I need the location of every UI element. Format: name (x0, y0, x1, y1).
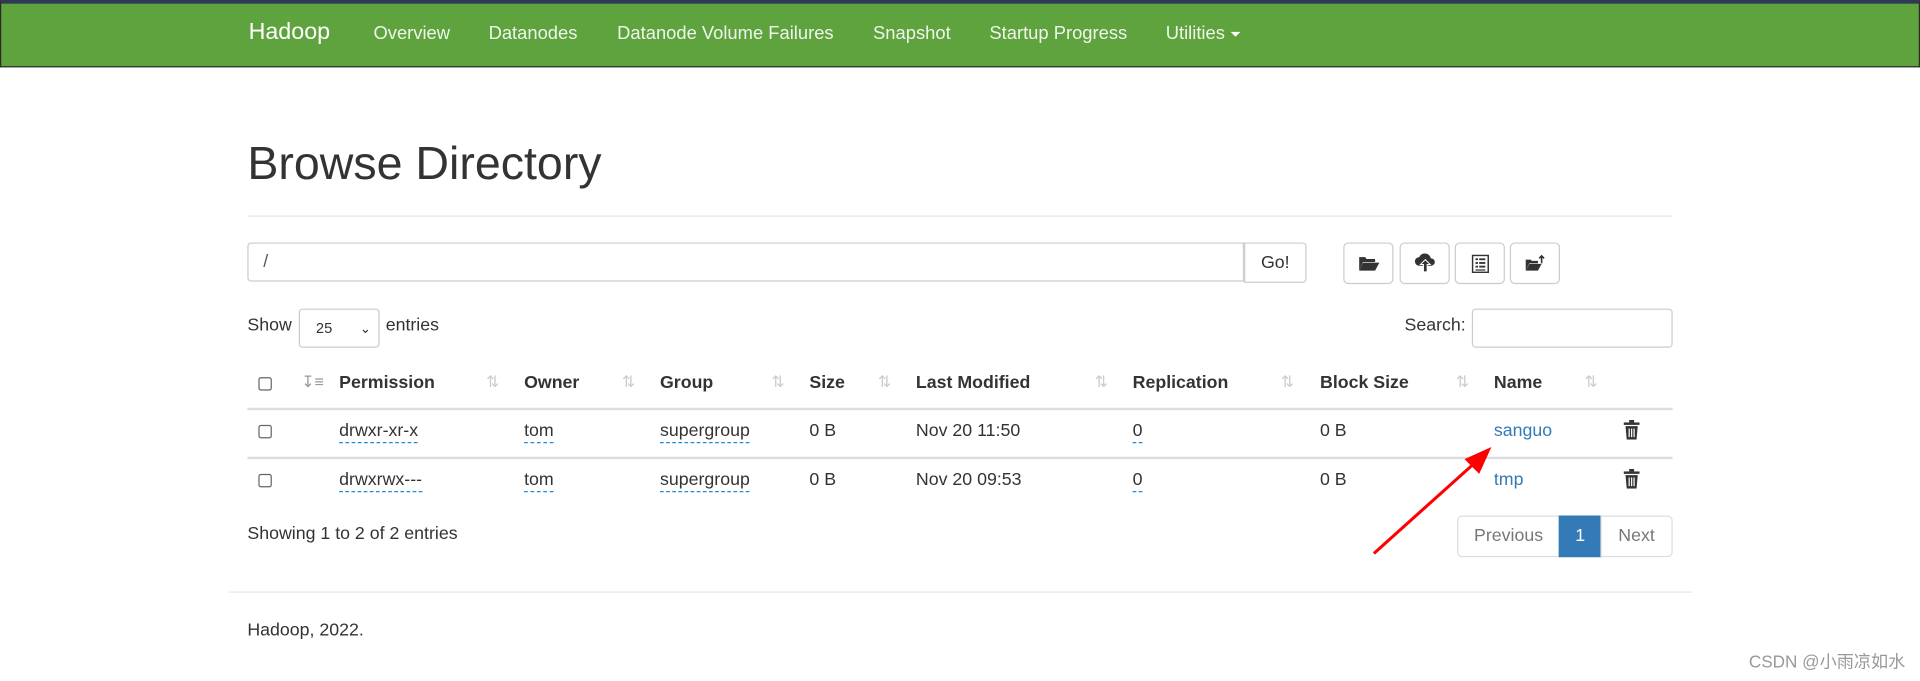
cloud-upload-icon (1414, 253, 1435, 273)
entries-label: entries (385, 315, 440, 336)
col-owner[interactable]: Owner (524, 373, 579, 393)
divider (247, 215, 1673, 217)
go-button[interactable]: Go! (1244, 242, 1307, 283)
create-directory-button[interactable] (1343, 242, 1394, 285)
footer-divider (228, 591, 1693, 593)
annotation-arrow (1372, 446, 1492, 555)
search-input[interactable] (1471, 308, 1673, 348)
folder-open-icon (1358, 257, 1379, 271)
permission-cell[interactable]: drwxr-xr-x (339, 421, 419, 444)
sort-icon[interactable]: ⇅ (1095, 372, 1108, 392)
sort-icon[interactable]: ⇅ (1584, 372, 1597, 392)
nav-datanodes[interactable]: Datanodes (489, 23, 578, 44)
permission-cell[interactable]: drwxrwx--- (339, 470, 423, 493)
search-label: Search: (1404, 315, 1466, 336)
modified-cell: Nov 20 11:50 (915, 421, 1021, 441)
sort-icon[interactable]: ⇅ (878, 372, 891, 392)
owner-cell[interactable]: tom (524, 421, 554, 444)
sort-icon[interactable]: ⇅ (1281, 372, 1294, 392)
col-name[interactable]: Name (1494, 373, 1542, 393)
navbar: Hadoop Overview Datanodes Datanode Volum… (0, 0, 1920, 68)
cut-paste-button[interactable] (1454, 242, 1505, 285)
table-info: Showing 1 to 2 of 2 entries (247, 524, 458, 544)
col-group[interactable]: Group (660, 373, 713, 393)
show-label: Show (247, 315, 292, 336)
sort-icon[interactable]: ⇅ (771, 372, 784, 392)
modified-cell: Nov 20 09:53 (915, 470, 1022, 490)
block-size-cell: 0 B (1320, 421, 1347, 441)
move-button[interactable] (1509, 242, 1561, 285)
row-checkbox[interactable] (258, 473, 272, 488)
col-size[interactable]: Size (809, 373, 845, 393)
nav-datanode-volume-failures[interactable]: Datanode Volume Failures (617, 23, 833, 44)
pagination-next[interactable]: Next (1600, 515, 1673, 558)
page-size-select[interactable]: 25 ⌄ (298, 308, 380, 348)
replication-cell[interactable]: 0 (1132, 421, 1143, 444)
trash-icon[interactable] (1623, 468, 1640, 489)
sort-icon[interactable]: ⇅ (622, 372, 635, 392)
owner-cell[interactable]: tom (524, 470, 554, 493)
nav-startup-progress[interactable]: Startup Progress (989, 23, 1127, 44)
replication-cell[interactable]: 0 (1132, 470, 1143, 493)
footer-text: Hadoop, 2022. (247, 620, 364, 641)
row-checkbox[interactable] (258, 424, 272, 439)
size-cell: 0 B (809, 421, 837, 441)
brand-link[interactable]: Hadoop (249, 20, 331, 47)
header-divider (247, 407, 1673, 411)
col-permission[interactable]: Permission (339, 373, 435, 393)
col-replication[interactable]: Replication (1133, 373, 1229, 393)
nav-utilities-dropdown[interactable]: Utilities (1166, 23, 1241, 44)
sort-asc-icon[interactable]: ↧≡ (301, 372, 324, 392)
pagination-page-1[interactable]: 1 (1558, 515, 1602, 558)
sort-icon[interactable]: ⇅ (1456, 372, 1469, 392)
col-block-size[interactable]: Block Size (1320, 373, 1409, 393)
page-size-value: 25 (315, 319, 333, 337)
group-cell[interactable]: supergroup (660, 421, 750, 444)
block-size-cell: 0 B (1320, 470, 1347, 490)
watermark: CSDN @小雨凉如水 (1748, 651, 1906, 672)
col-last-modified[interactable]: Last Modified (916, 373, 1030, 393)
size-cell: 0 B (809, 470, 837, 490)
chevron-down-icon: ⌄ (359, 322, 372, 337)
upload-button[interactable] (1399, 242, 1450, 285)
nav-overview[interactable]: Overview (373, 23, 450, 44)
caret-down-icon (1231, 31, 1241, 37)
list-alt-icon (1471, 254, 1489, 273)
page-title: Browse Directory (247, 138, 602, 190)
nav-utilities-label: Utilities (1165, 23, 1225, 45)
trash-icon[interactable] (1623, 420, 1640, 440)
select-all-checkbox[interactable] (258, 377, 272, 391)
group-cell[interactable]: supergroup (660, 470, 750, 493)
folder-move-icon (1525, 254, 1545, 271)
path-input[interactable] (247, 242, 1245, 282)
sort-icon[interactable]: ⇅ (486, 372, 499, 392)
nav-snapshot[interactable]: Snapshot (873, 23, 951, 44)
